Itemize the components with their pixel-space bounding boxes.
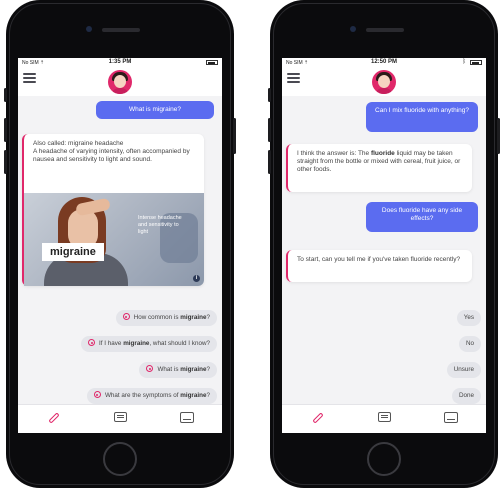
tab-keyboard[interactable]: [180, 412, 194, 425]
message-icon: [114, 412, 127, 422]
card-text: Also called: migraine headache A headach…: [24, 134, 204, 164]
suggestion-chip[interactable]: What are the symptoms of migraine?: [86, 388, 217, 404]
user-message-text: Can I mix fluoride with anything?: [375, 107, 469, 114]
right-phone-home-button[interactable]: [367, 442, 401, 476]
keyboard-icon: [180, 412, 194, 423]
status-bar: No SIM ⇡ 1:35 PM: [18, 58, 222, 68]
left-phone-speaker: [102, 28, 140, 32]
left-phone-mute-switch: [4, 88, 7, 102]
right-phone-power-button: [497, 118, 500, 154]
avatar: [372, 70, 396, 94]
quick-reply-done[interactable]: Done: [451, 388, 481, 404]
suggestion-icon: [122, 313, 130, 320]
chip-keyword: migraine: [123, 340, 150, 347]
avatar: [108, 70, 132, 94]
top-bar: [18, 68, 222, 96]
tab-bar: [18, 404, 222, 433]
migraine-image[interactable]: migraine Intense headache and sensitivit…: [24, 193, 204, 286]
user-message: Can I mix fluoride with anything?: [366, 102, 478, 132]
chip-keyword: migraine: [180, 392, 207, 399]
menu-icon[interactable]: [287, 73, 300, 83]
right-phone-camera: [350, 26, 356, 32]
tab-messages[interactable]: [378, 412, 392, 425]
battery-icon: [470, 60, 482, 65]
left-phone-volume-up: [4, 118, 7, 142]
user-message-text: Does fluoride have any side effects?: [381, 207, 463, 222]
image-label: migraine: [42, 243, 104, 261]
left-phone-camera: [86, 26, 92, 32]
left-phone-volume-down: [4, 150, 7, 174]
suggestion-chip[interactable]: What is migraine?: [139, 362, 217, 378]
user-message: Does fluoride have any side effects?: [366, 202, 478, 232]
bluetooth-icon: ᛒ: [462, 59, 466, 65]
right-phone-speaker: [366, 28, 404, 32]
menu-icon[interactable]: [23, 73, 36, 83]
bot-message-text: To start, can you tell me if you've take…: [297, 256, 461, 263]
quick-reply-no[interactable]: No: [458, 336, 481, 352]
right-phone-volume-up: [268, 118, 271, 142]
status-bar: No SIM ⇡ 12:50 PM ᛒ: [282, 58, 486, 68]
left-phone-home-button[interactable]: [103, 442, 137, 476]
user-message-text: What is migraine?: [128, 106, 182, 113]
pin-icon: [48, 412, 60, 424]
right-phone: No SIM ⇡ 12:50 PM ᛒ Can I mix fluoride w…: [268, 0, 500, 488]
bot-keyword: fluoride: [370, 150, 395, 157]
battery-icon: [206, 60, 218, 65]
image-caption: Intense headache and sensitivity to ligh…: [138, 215, 182, 235]
pin-icon: [312, 412, 324, 424]
info-icon[interactable]: i: [193, 275, 200, 282]
right-phone-volume-down: [268, 150, 271, 174]
tab-keyboard[interactable]: [444, 412, 458, 425]
tab-messages[interactable]: [114, 412, 128, 425]
left-phone-power-button: [233, 118, 236, 154]
chip-keyword: migraine: [180, 314, 207, 321]
left-screen: No SIM ⇡ 1:35 PM What is migraine? Also …: [18, 58, 222, 433]
bot-message: I think the answer is: The fluoride liqu…: [286, 144, 472, 192]
suggestion-icon: [146, 365, 154, 372]
suggestion-icon: [93, 391, 101, 398]
message-icon: [378, 412, 391, 422]
chat-area: What is migraine? Also called: migraine …: [18, 96, 222, 405]
suggestion-icon: [88, 339, 96, 346]
left-phone: No SIM ⇡ 1:35 PM What is migraine? Also …: [4, 0, 236, 488]
suggestion-chip[interactable]: If I have migraine, what should I know?: [81, 336, 217, 352]
chip-keyword: migraine: [180, 366, 207, 373]
card-description: A headache of varying intensity, often a…: [33, 148, 190, 163]
bot-answer-card: Also called: migraine headache A headach…: [22, 134, 204, 286]
right-phone-mute-switch: [268, 88, 271, 102]
card-also-called: Also called: migraine headache: [33, 140, 124, 147]
quick-reply-unsure[interactable]: Unsure: [446, 362, 481, 378]
top-bar: [282, 68, 486, 96]
status-time: 1:35 PM: [108, 59, 132, 65]
suggestion-chip[interactable]: How common is migraine?: [115, 310, 217, 326]
keyboard-icon: [444, 412, 458, 423]
quick-reply-yes[interactable]: Yes: [456, 310, 481, 326]
bot-message: To start, can you tell me if you've take…: [286, 250, 472, 282]
chat-area: Can I mix fluoride with anything? I thin…: [282, 96, 486, 405]
tab-pin[interactable]: [48, 412, 62, 425]
tab-bar: [282, 404, 486, 433]
right-screen: No SIM ⇡ 12:50 PM ᛒ Can I mix fluoride w…: [282, 58, 486, 433]
status-time: 12:50 PM: [370, 59, 397, 65]
tab-pin[interactable]: [312, 412, 326, 425]
user-message: What is migraine?: [96, 101, 214, 119]
